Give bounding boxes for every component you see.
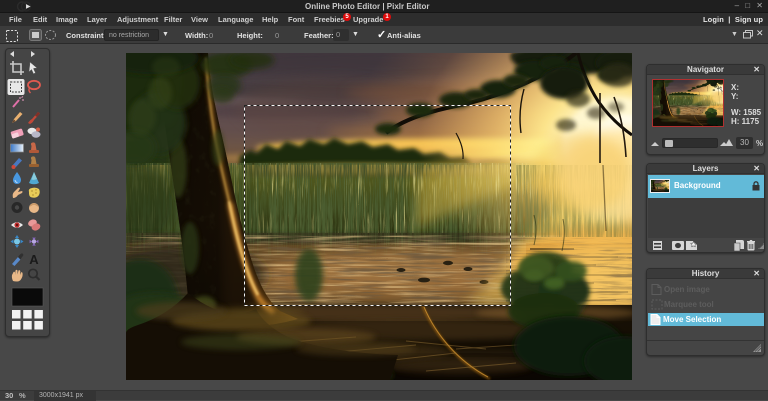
svg-text:A: A	[29, 252, 39, 267]
